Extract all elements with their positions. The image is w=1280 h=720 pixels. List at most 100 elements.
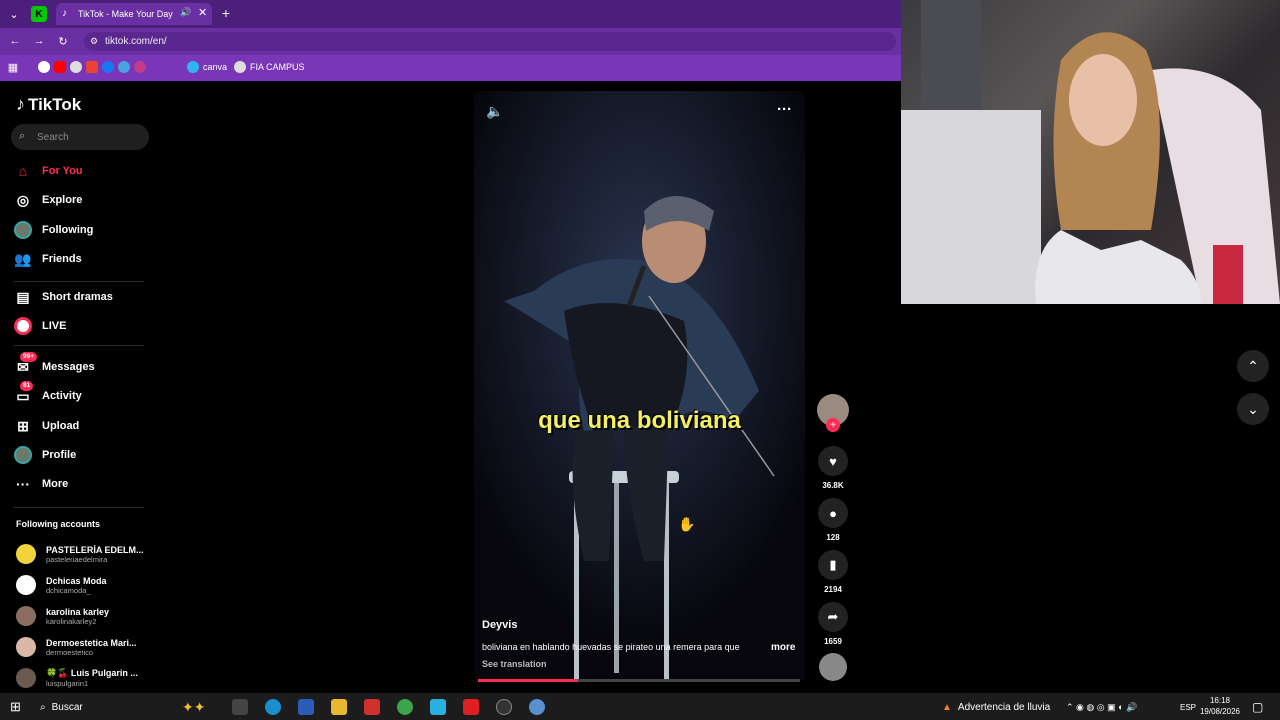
files-app-icon[interactable] — [430, 699, 446, 715]
bookmark-icon[interactable]: ▮ — [818, 550, 848, 580]
creator-avatar-group: + — [817, 394, 849, 432]
account-handle: karolinakarley2 — [46, 616, 97, 626]
sidebar-item-label: Messages — [42, 361, 95, 373]
video-progress-bar[interactable] — [478, 679, 800, 682]
account-text: karolina karley karolinakarley2 — [46, 607, 146, 626]
heart-icon[interactable]: ♥ — [818, 446, 848, 476]
reload-icon[interactable]: ↻ — [55, 33, 71, 49]
account-text: Dchicas Moda dchicamoda_ — [46, 576, 146, 595]
system-tray-icons[interactable]: ⌃ ◉ ◍ ◎ ▣ ◐ 🔊 — [1066, 698, 1137, 716]
previous-video-button[interactable]: ⌃ — [1237, 350, 1269, 382]
taskbar-search[interactable]: ⌕ Buscar — [40, 698, 83, 716]
facebook-bookmark-icon[interactable] — [102, 61, 114, 73]
new-tab-icon[interactable]: + — [218, 5, 234, 21]
obs-icon[interactable] — [496, 699, 512, 715]
avatar — [16, 606, 36, 626]
sidebar-item-label: For You — [42, 165, 83, 177]
bookmark-fia-campus[interactable]: FIA CAMPUS — [234, 60, 305, 74]
task-view-icon[interactable] — [232, 699, 248, 715]
forward-icon[interactable]: → — [31, 33, 47, 49]
sidebar-item-live[interactable]: LIVE — [14, 314, 66, 338]
close-tab-icon[interactable]: ✕ — [198, 6, 207, 19]
language-indicator[interactable]: ESP — [1180, 698, 1196, 716]
like-count: 36.8K — [822, 481, 844, 490]
save-action: ▮ 2194 — [817, 550, 849, 594]
speaker-icon[interactable]: 🔊 — [180, 7, 191, 18]
google-bookmark-icon[interactable] — [38, 61, 50, 73]
video-player[interactable]: que una boliviana 🔈 ··· — [474, 91, 805, 681]
notification-icon[interactable]: ▢ — [1252, 698, 1263, 716]
clock[interactable]: 16:18 19/08/2026 — [1198, 695, 1242, 717]
following-account-item[interactable]: karolina karley karolinakarley2 — [16, 602, 146, 630]
active-tab[interactable]: ♪ TikTok - Make Your Day 🔊 ✕ — [56, 3, 212, 25]
sidebar-item-messages[interactable]: ✉ 99+ Messages — [14, 352, 95, 379]
nav-divider — [14, 345, 144, 346]
sidebar-item-short-dramas[interactable]: ▤ Short dramas — [14, 285, 113, 309]
comment-icon[interactable]: ● — [818, 498, 848, 528]
apps-grid-icon[interactable]: ▦ — [6, 60, 20, 74]
video-caption: que una boliviana — [538, 407, 741, 434]
wps-icon[interactable] — [463, 699, 479, 715]
youtube-bookmark-icon[interactable] — [54, 61, 66, 73]
following-accounts-title: Following accounts — [16, 519, 101, 529]
chrome-icon[interactable] — [397, 699, 413, 715]
share-icon[interactable]: ➦ — [818, 602, 848, 632]
nav-divider — [14, 281, 144, 282]
back-icon[interactable]: ← — [7, 33, 23, 49]
weather-label: Advertencia de lluvia — [957, 701, 1051, 713]
dots-icon: ··· — [16, 476, 30, 492]
following-account-item[interactable]: Dermoestetica Mari... dermoestetico — [16, 633, 146, 661]
sidebar-item-upload[interactable]: ⊞ Upload — [14, 414, 79, 438]
pinned-tab-icon[interactable]: K — [31, 6, 47, 22]
see-translation-link[interactable]: See translation — [482, 659, 547, 669]
volume-icon[interactable]: 🔈 — [486, 103, 503, 120]
sidebar-item-friends[interactable]: 👥 Friends — [14, 247, 82, 271]
follow-plus-icon[interactable]: + — [826, 418, 840, 432]
sidebar-item-more[interactable]: ··· More — [14, 472, 68, 496]
edge-icon[interactable] — [265, 699, 281, 715]
star-bookmark-icon[interactable] — [134, 61, 146, 73]
more-button[interactable]: more — [771, 642, 795, 653]
chrome-bookmark-icon[interactable] — [70, 61, 82, 73]
account-text: 🍀🍒 Luis Pulgarin ... luispulgarin1 — [46, 668, 146, 688]
sidebar-item-label: Short dramas — [42, 291, 113, 303]
tab-list-icon[interactable]: ⌄ — [6, 6, 22, 22]
search-input[interactable]: ⌕ Search — [11, 124, 149, 150]
film-icon: ▤ — [16, 288, 30, 305]
start-icon[interactable]: ⊞ — [10, 698, 21, 716]
file-explorer-icon[interactable] — [331, 699, 347, 715]
bookmark-canva[interactable]: canva — [187, 60, 227, 74]
chrome-active-icon[interactable] — [529, 699, 545, 715]
address-input[interactable]: ⚙ tiktok.com/en/ — [84, 32, 896, 51]
gmail-bookmark-icon[interactable] — [86, 61, 98, 73]
sidebar-item-label: Profile — [42, 449, 77, 461]
sidebar-item-explore[interactable]: ◎ Explore — [14, 188, 82, 212]
weather-widget[interactable]: ▲ Advertencia de lluvia — [942, 698, 1050, 716]
sidebar-item-profile[interactable]: Profile — [14, 443, 76, 467]
drive-bookmark-icon[interactable] — [118, 61, 130, 73]
account-name: 🍀🍒 Luis Pulgarin ... — [46, 668, 138, 678]
tiktok-logo[interactable]: ♪ TikTok — [16, 94, 81, 115]
site-info-icon[interactable]: ⚙ — [90, 32, 98, 51]
following-account-item[interactable]: 🍀🍒 Luis Pulgarin ... luispulgarin1 — [16, 664, 146, 692]
sound-disc — [817, 653, 849, 681]
following-account-item[interactable]: Dchicas Moda dchicamoda_ — [16, 571, 146, 599]
bookmark-fia-label: FIA CAMPUS — [250, 62, 305, 72]
video-author[interactable]: Deyvis — [482, 619, 517, 631]
bookmark-canva-label: canva — [203, 62, 228, 72]
following-account-item[interactable]: PASTELERÍA EDELM... pasteleriaedelmira — [16, 540, 146, 568]
next-video-button[interactable]: ⌄ — [1237, 393, 1269, 425]
media-player-icon[interactable] — [364, 699, 380, 715]
compass-icon: ◎ — [16, 191, 30, 208]
music-disc-icon[interactable] — [819, 653, 847, 681]
sidebar-item-for-you[interactable]: ⌂ For You — [14, 159, 83, 183]
comment-count: 128 — [826, 533, 840, 542]
sidebar-item-following[interactable]: Following — [14, 218, 93, 242]
warning-icon: ▲ — [942, 701, 952, 713]
sidebar-item-activity[interactable]: ▭ 81 Activity — [14, 381, 82, 408]
sidebar-item-label: Friends — [42, 253, 82, 265]
friends-icon: 👥 — [14, 250, 32, 267]
more-options-icon[interactable]: ··· — [777, 101, 792, 118]
sparkle-icon: ✦✦ — [182, 698, 206, 715]
word-icon[interactable] — [298, 699, 314, 715]
